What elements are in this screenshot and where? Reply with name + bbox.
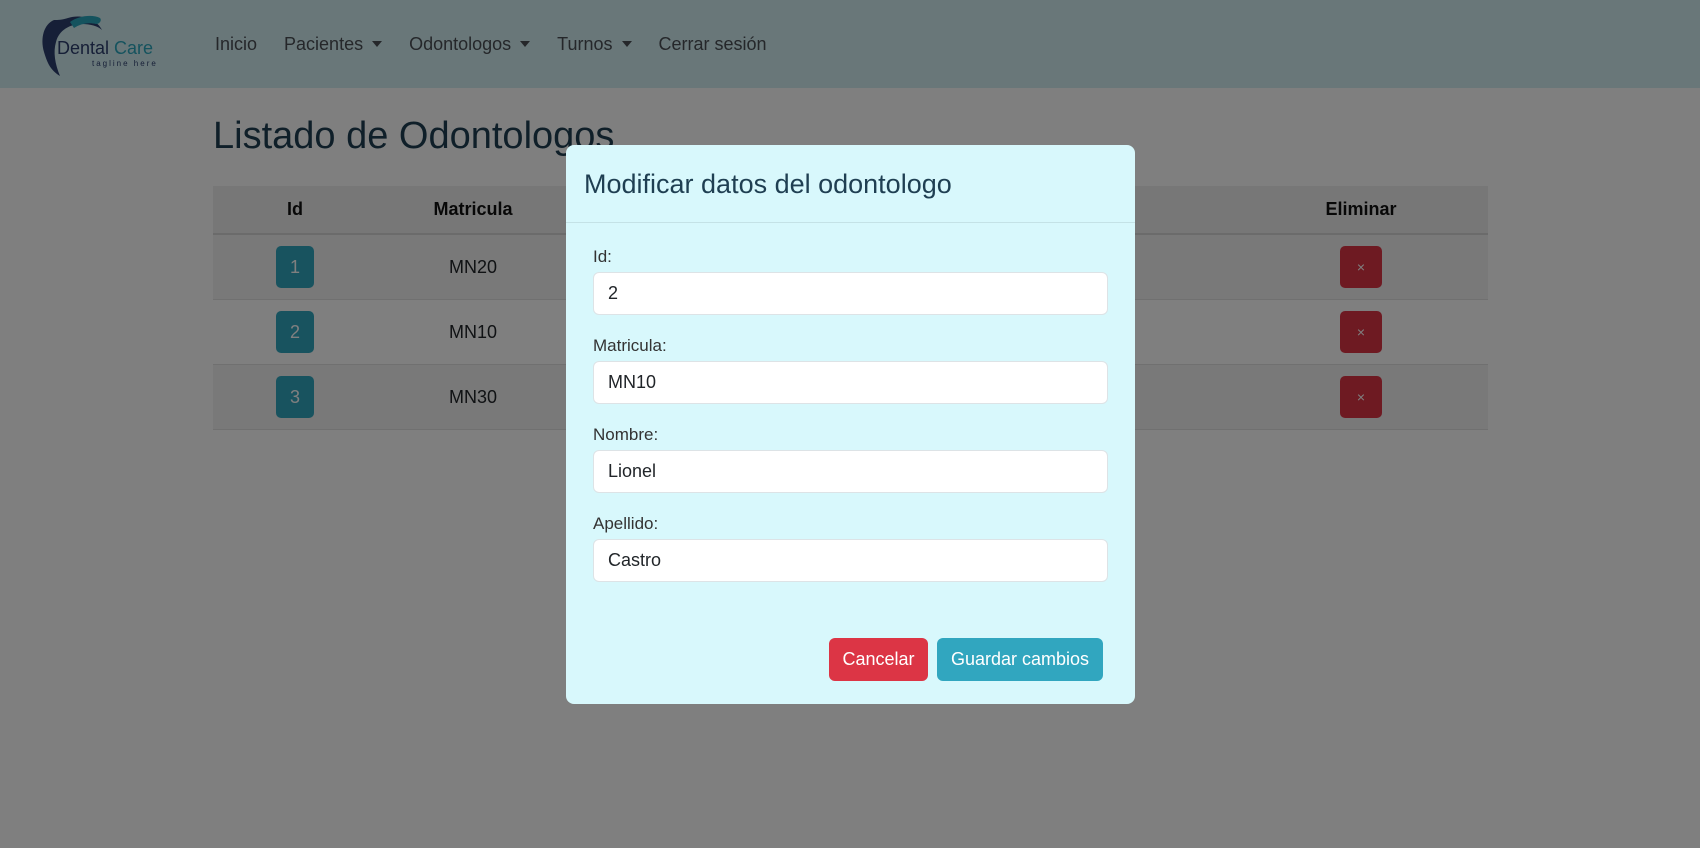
modal-title: Modificar datos del odontologo [584, 169, 952, 199]
field-matricula: Matricula: [593, 336, 1108, 404]
field-nombre: Nombre: [593, 425, 1108, 493]
modal-header: Modificar datos del odontologo [566, 145, 1135, 223]
field-apellido: Apellido: [593, 514, 1108, 582]
apellido-input[interactable] [593, 539, 1108, 582]
nombre-input[interactable] [593, 450, 1108, 493]
apellido-label: Apellido: [593, 514, 659, 533]
matricula-input[interactable] [593, 361, 1108, 404]
save-changes-button[interactable]: Guardar cambios [937, 638, 1103, 681]
field-id: Id: [593, 247, 1108, 315]
id-label: Id: [593, 247, 612, 266]
matricula-label: Matricula: [593, 336, 667, 355]
id-input[interactable] [593, 272, 1108, 315]
edit-odontologo-modal: Modificar datos del odontologo Id: Matri… [566, 145, 1135, 704]
nombre-label: Nombre: [593, 425, 659, 444]
cancel-button[interactable]: Cancelar [829, 638, 928, 681]
